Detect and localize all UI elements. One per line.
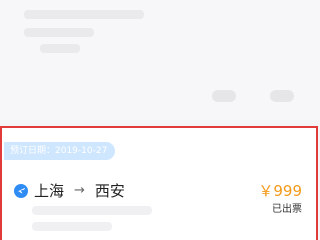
blurred-action-button[interactable] xyxy=(212,90,236,102)
route-arrow: → xyxy=(74,183,85,198)
previous-order-card[interactable] xyxy=(0,0,320,120)
blurred-text-line xyxy=(24,10,144,19)
origin-city: 上海 xyxy=(34,182,65,200)
ticket-status: 已出票 xyxy=(272,204,302,215)
blurred-text-line xyxy=(24,28,94,37)
order-card[interactable]: 预订日期：2019-10-27 上海 → 西安 ￥999 已出票 xyxy=(0,126,318,240)
destination-city: 西安 xyxy=(94,182,125,200)
route: 上海 → 西安 xyxy=(14,180,125,201)
order-price: ￥999 xyxy=(258,182,302,200)
booking-date-label: 预订日期：2019-10-27 xyxy=(10,146,108,156)
plane-icon xyxy=(14,183,28,198)
blurred-detail-line xyxy=(32,222,112,231)
blurred-detail-line xyxy=(32,206,152,215)
blurred-text-line xyxy=(40,44,80,53)
blurred-action-button[interactable] xyxy=(270,90,294,102)
booking-date-badge: 预订日期：2019-10-27 xyxy=(4,142,116,160)
